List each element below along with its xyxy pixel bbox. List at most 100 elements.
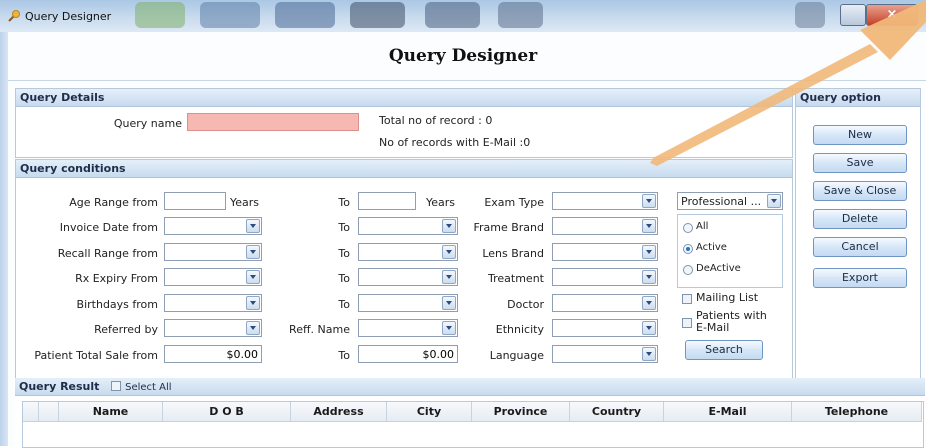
delete-button[interactable]: Delete — [813, 209, 907, 229]
column-header-country[interactable]: Country — [570, 402, 664, 422]
query-result-header: Query Result Select All — [15, 378, 925, 396]
years-label: Years — [426, 196, 456, 209]
referred-by-select[interactable] — [164, 319, 262, 337]
query-result-title: Query Result — [19, 380, 100, 393]
professional-select[interactable]: Professional ... — [677, 192, 783, 210]
rx-expiry-from-picker[interactable] — [164, 268, 262, 286]
status-radio-group: All Active DeActive — [677, 214, 783, 288]
recall-range-from-label: Recall Range from — [57, 247, 158, 260]
dropdown-arrow-icon[interactable] — [442, 321, 456, 335]
reff-name-select[interactable] — [358, 319, 458, 337]
select-all-label: Select All — [125, 382, 172, 393]
dropdown-arrow-icon[interactable] — [246, 245, 260, 259]
mailing-list-label: Mailing List — [696, 291, 759, 304]
doctor-select[interactable] — [552, 294, 658, 312]
lens-brand-label: Lens Brand — [482, 247, 544, 260]
mailing-list-checkbox[interactable] — [682, 294, 692, 304]
save-button[interactable]: Save — [813, 153, 907, 173]
recall-range-from-picker[interactable] — [164, 243, 262, 261]
column-header-province[interactable]: Province — [472, 402, 570, 422]
status-all-label: All — [696, 221, 709, 232]
background-taskbar-icon — [275, 2, 335, 28]
dropdown-arrow-icon[interactable] — [246, 321, 260, 335]
select-all-checkbox[interactable] — [111, 381, 122, 391]
to-label: To — [338, 221, 350, 234]
patients-with-email-checkbox[interactable] — [682, 318, 692, 328]
frame-brand-select[interactable] — [552, 217, 658, 235]
dropdown-arrow-icon[interactable] — [642, 219, 656, 233]
dropdown-arrow-icon[interactable] — [442, 296, 456, 310]
status-all-radio[interactable] — [683, 223, 693, 233]
status-active-radio[interactable] — [683, 244, 693, 254]
age-range-from-label: Age Range from — [69, 196, 158, 209]
dropdown-arrow-icon[interactable] — [442, 245, 456, 259]
ethnicity-select[interactable] — [552, 319, 658, 337]
column-header-email[interactable]: E-Mail — [664, 402, 792, 422]
total-sale-from-input[interactable] — [164, 345, 262, 363]
status-deactive-label: DeActive — [696, 263, 741, 274]
query-name-input[interactable] — [187, 113, 359, 131]
lens-brand-select[interactable] — [552, 243, 658, 261]
language-select[interactable] — [552, 345, 658, 363]
query-conditions-header: Query conditions — [16, 160, 792, 178]
dropdown-arrow-icon[interactable] — [642, 245, 656, 259]
column-header-address[interactable]: Address — [291, 402, 387, 422]
export-button[interactable]: Export — [813, 268, 907, 288]
column-header-name[interactable]: Name — [59, 402, 163, 422]
doctor-label: Doctor — [507, 298, 544, 311]
window-buttons: × — [840, 4, 918, 26]
query-result-grid: Name D O B Address City Province Country… — [22, 401, 924, 448]
row-header-cell — [23, 402, 39, 422]
app-icon — [8, 10, 20, 22]
to-label: To — [338, 272, 350, 285]
save-close-button[interactable]: Save & Close — [813, 181, 907, 201]
invoice-date-to-picker[interactable] — [358, 217, 458, 235]
column-header-telephone[interactable]: Telephone — [792, 402, 922, 422]
status-active-label: Active — [696, 242, 727, 253]
cancel-button[interactable]: Cancel — [813, 237, 907, 257]
rx-expiry-from-label: Rx Expiry From — [75, 272, 158, 285]
dropdown-arrow-icon[interactable] — [246, 296, 260, 310]
minimize-icon[interactable] — [840, 4, 866, 26]
dropdown-arrow-icon[interactable] — [442, 270, 456, 284]
dropdown-arrow-icon[interactable] — [642, 194, 656, 208]
window-titlebar: Query Designer × — [0, 0, 926, 32]
exam-type-label: Exam Type — [484, 196, 544, 209]
page-title: Query Designer — [388, 46, 538, 66]
window-left-border — [0, 32, 8, 446]
dropdown-arrow-icon[interactable] — [642, 296, 656, 310]
to-label: To — [338, 247, 350, 260]
dropdown-arrow-icon[interactable] — [642, 347, 656, 361]
column-header-city[interactable]: City — [387, 402, 472, 422]
total-sale-to-input[interactable] — [358, 345, 458, 363]
background-taskbar-icon — [350, 2, 405, 28]
status-deactive-radio[interactable] — [683, 265, 693, 275]
dropdown-arrow-icon[interactable] — [642, 270, 656, 284]
close-icon[interactable]: × — [866, 4, 918, 26]
invoice-date-from-picker[interactable] — [164, 217, 262, 235]
to-label: To — [338, 298, 350, 311]
dropdown-arrow-icon[interactable] — [246, 270, 260, 284]
birthdays-from-picker[interactable] — [164, 294, 262, 312]
exam-type-select[interactable] — [552, 192, 658, 210]
years-label: Years — [230, 196, 260, 209]
dropdown-arrow-icon[interactable] — [246, 219, 260, 233]
dropdown-arrow-icon[interactable] — [442, 219, 456, 233]
age-to-input[interactable] — [358, 192, 416, 210]
column-header-dob[interactable]: D O B — [163, 402, 291, 422]
dropdown-arrow-icon[interactable] — [642, 321, 656, 335]
age-from-input[interactable] — [164, 192, 226, 210]
rx-expiry-to-picker[interactable] — [358, 268, 458, 286]
birthdays-to-picker[interactable] — [358, 294, 458, 312]
dropdown-arrow-icon[interactable] — [767, 194, 781, 208]
divider — [8, 80, 926, 81]
select-column-header[interactable] — [39, 402, 59, 422]
query-details-header: Query Details — [16, 89, 792, 107]
recall-range-to-picker[interactable] — [358, 243, 458, 261]
query-details-panel: Query Details Query name Total no of rec… — [15, 88, 793, 158]
search-button[interactable]: Search — [685, 340, 763, 360]
reff-name-label: Reff. Name — [289, 323, 350, 336]
new-button[interactable]: New — [813, 125, 907, 145]
treatment-select[interactable] — [552, 268, 658, 286]
frame-brand-label: Frame Brand — [473, 221, 544, 234]
